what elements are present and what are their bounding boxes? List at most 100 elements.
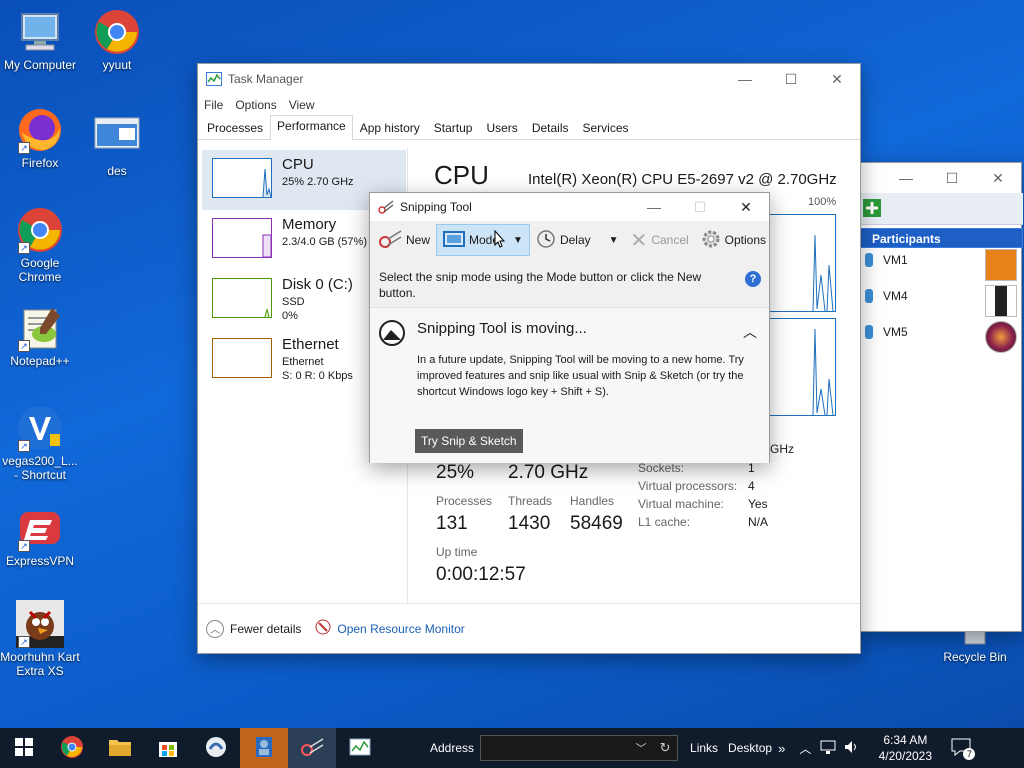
window-title: Task Manager [228, 72, 304, 86]
volume-icon[interactable] [843, 739, 861, 758]
minimize-button[interactable]: — [722, 64, 768, 94]
taskbar-app[interactable] [192, 728, 240, 768]
tab-services[interactable]: Services [576, 117, 636, 139]
tab-startup[interactable]: Startup [427, 117, 480, 139]
resource-detail: Ethernet [282, 356, 324, 368]
participant-item[interactable]: VM4 [863, 285, 1021, 321]
taskbar-task-manager[interactable] [336, 728, 384, 768]
task-manager-icon [349, 738, 371, 759]
system-clock[interactable]: 6:34 AM 4/20/2023 [873, 732, 937, 764]
shortcut-arrow-icon: ↗ [18, 340, 30, 352]
tab-users[interactable]: Users [479, 117, 524, 139]
icon-label: yyuut [102, 58, 132, 72]
desktop-icon-google-chrome[interactable]: ↗ Google Chrome [0, 206, 80, 284]
tab-processes[interactable]: Processes [200, 117, 270, 139]
spec-value: 4 [748, 479, 755, 493]
speed-label: GHz [770, 442, 794, 456]
spec-value: N/A [748, 515, 769, 529]
title-bar[interactable]: Task Manager — ☐ ✕ [198, 64, 860, 94]
spec-label: Virtual machine: [638, 497, 724, 511]
cancel-label: Cancel [651, 233, 689, 247]
title-bar[interactable]: Snipping Tool — ☐ ✕ [370, 193, 769, 221]
desktop-icon-vegas[interactable]: ↗ vegas200_L... - Shortcut [0, 404, 80, 482]
desktop-icon-des[interactable]: des [77, 114, 157, 178]
desktop-icon-moorhuhn[interactable]: ↗ Moorhuhn Kart Extra XS [0, 600, 80, 678]
desktop-icon-expressvpn[interactable]: ↗ ExpressVPN [0, 504, 80, 568]
expressvpn-icon: ↗ [16, 504, 64, 552]
desktop-icon-recycle-bin[interactable]: Recycle Bin [935, 629, 1015, 664]
taskbar-chrome[interactable] [48, 728, 96, 768]
taskbar-participants-app[interactable] [240, 728, 288, 768]
user-icon [865, 289, 873, 303]
resource-name: CPU [282, 156, 314, 173]
menu-options[interactable]: Options [235, 98, 276, 112]
participant-item[interactable]: VM5 [863, 321, 1021, 357]
x-icon: ✕ [630, 229, 648, 252]
user-icon [865, 325, 873, 339]
dropdown-arrow-icon[interactable]: ▼ [513, 235, 523, 246]
chevron-double-right-icon[interactable]: » [778, 741, 785, 756]
store-icon [157, 736, 179, 761]
notice-title: Snipping Tool is moving... [417, 320, 587, 337]
taskbar-snipping-tool[interactable] [288, 728, 336, 768]
refresh-icon[interactable]: ↻ [653, 740, 677, 756]
maximize-button[interactable]: ☐ [768, 64, 814, 94]
tab-details[interactable]: Details [525, 117, 576, 139]
address-input[interactable]: ﹀ ↻ [480, 735, 679, 761]
icon-label: ExpressVPN [5, 554, 75, 568]
mode-button[interactable]: Mode ▼ [436, 224, 530, 256]
notice-body: In a future update, Snipping Tool will b… [417, 354, 744, 398]
fewer-details-label: Fewer details [230, 621, 302, 636]
links-toolbar[interactable]: Links [690, 741, 718, 755]
scissors-icon [378, 200, 394, 214]
close-button[interactable]: ✕ [975, 163, 1021, 193]
ethernet-mini-graph [212, 338, 272, 378]
participant-label: VM1 [883, 253, 908, 267]
start-button[interactable] [0, 728, 48, 768]
minimize-button[interactable]: — [883, 163, 929, 193]
new-snip-button[interactable]: New [372, 224, 436, 256]
participant-item[interactable]: VM1 [863, 249, 1021, 285]
desktop-icon-firefox[interactable]: ↗ Firefox [0, 106, 80, 170]
show-hidden-icons-icon[interactable]: ︿ [799, 740, 811, 757]
add-participant-icon[interactable] [861, 197, 883, 219]
memory-mini-graph [212, 218, 272, 258]
options-button[interactable]: Options [695, 224, 772, 256]
cpu-mini-graph [212, 158, 272, 198]
try-snip-sketch-button[interactable]: Try Snip & Sketch [415, 429, 523, 453]
snip-sketch-icon [379, 320, 405, 346]
open-resource-monitor-link[interactable]: Open Resource Monitor [315, 619, 465, 638]
close-button[interactable]: ✕ [814, 64, 860, 94]
desktop-icon-my-computer[interactable]: My Computer [0, 8, 80, 72]
taskbar-file-explorer[interactable] [96, 728, 144, 768]
close-button[interactable]: ✕ [723, 193, 769, 221]
resource-detail: 0% [282, 310, 298, 322]
fewer-details-button[interactable]: ︿ Fewer details [206, 619, 302, 638]
maximize-button[interactable]: ☐ [929, 163, 975, 193]
chrome-icon [93, 8, 141, 56]
tab-app-history[interactable]: App history [353, 117, 427, 139]
tab-strip: Processes Performance App history Startu… [198, 115, 860, 140]
network-icon[interactable] [819, 739, 837, 758]
recycle-bin-icon [951, 629, 999, 648]
menu-file[interactable]: File [204, 98, 223, 112]
delay-label: Delay [559, 233, 591, 247]
participants-header: Participants [859, 228, 1023, 248]
resource-name: Ethernet [282, 336, 339, 353]
notifications-icon[interactable]: 7 [951, 738, 976, 760]
delay-button[interactable]: Delay ▼ [530, 224, 625, 256]
icon-label: Google Chrome [18, 256, 62, 284]
minimize-button[interactable]: — [631, 193, 677, 221]
tab-performance[interactable]: Performance [270, 115, 353, 140]
desktop-toolbar[interactable]: Desktop [728, 741, 772, 755]
menu-view[interactable]: View [289, 98, 315, 112]
collapse-chevron-icon[interactable]: ︿ [743, 322, 757, 342]
mode-hint-text: Select the snip mode using the Mode butt… [379, 270, 702, 300]
taskbar-store[interactable] [144, 728, 192, 768]
dropdown-arrow-icon[interactable]: ▼ [609, 235, 619, 246]
help-icon[interactable]: ? [745, 271, 761, 287]
window-title: Snipping Tool [400, 200, 472, 214]
desktop-icon-notepad-plus-plus[interactable]: ↗ Notepad++ [0, 304, 80, 368]
chevron-down-icon[interactable]: ﹀ [629, 740, 653, 756]
desktop-icon-yyuut[interactable]: yyuut [77, 8, 157, 72]
